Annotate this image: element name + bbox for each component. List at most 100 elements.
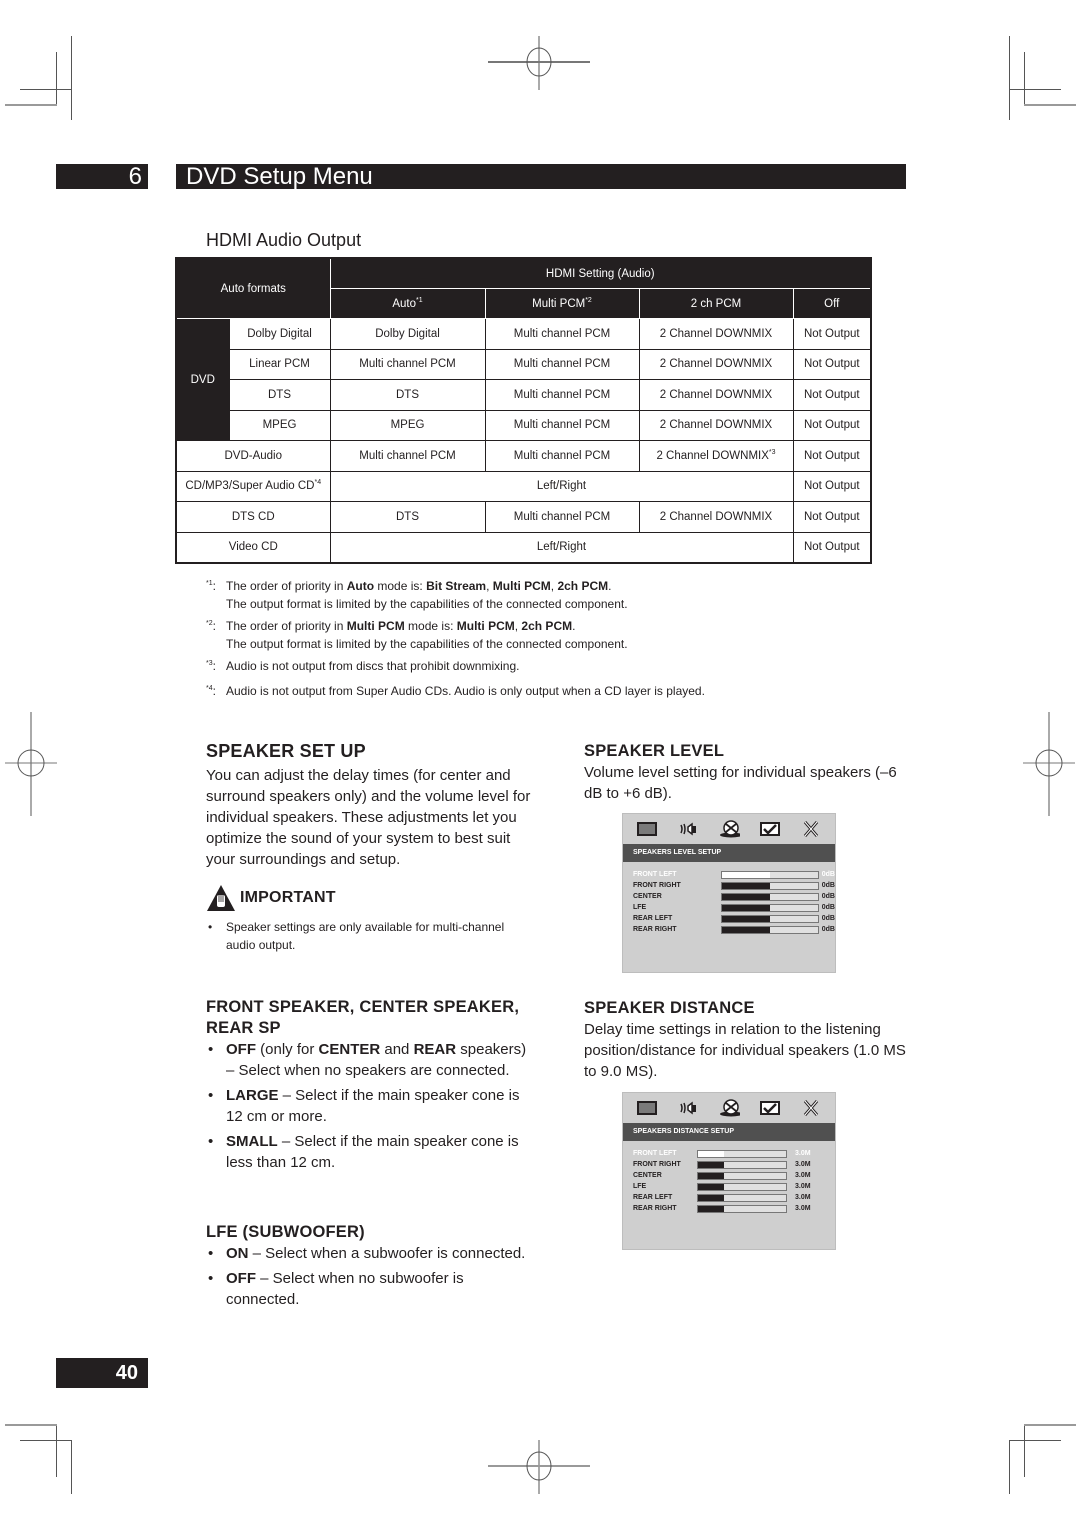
osd-row-label: REAR RIGHT xyxy=(633,1205,677,1212)
osd-row-value: 3.0M xyxy=(795,1194,811,1201)
chapter-title: DVD Setup Menu xyxy=(176,164,906,190)
osd-row-value: 3.0M xyxy=(795,1172,811,1179)
dvd-group-label: DVD xyxy=(175,318,230,441)
row-format: CD/MP3/Super Audio CD*4 xyxy=(175,470,331,502)
table-cell: Multi channel PCM xyxy=(484,501,640,533)
osd-setting-row[interactable]: FRONT RIGHT 3.0M xyxy=(623,1159,835,1170)
important-label: IMPORTANT xyxy=(240,889,336,906)
option-item: LARGE – Select if the main speaker cone … xyxy=(206,1085,536,1127)
row-format: DTS CD xyxy=(175,501,331,533)
osd-setting-row[interactable]: FRONT RIGHT 0dB xyxy=(623,880,835,891)
table-cell: DTS xyxy=(329,379,486,411)
column-header: Multi PCM*2 xyxy=(484,288,640,319)
osd-setting-row[interactable]: CENTER 3.0M xyxy=(623,1170,835,1181)
osd-level-slider[interactable] xyxy=(721,892,819,901)
front-speaker-title: FRONT SPEAKER, CENTER SPEAKER, REAR SP xyxy=(206,998,520,1037)
osd-row-value: 3.0M xyxy=(795,1150,811,1157)
table-cell: Left/Right xyxy=(329,470,794,502)
osd-level-slider[interactable] xyxy=(697,1149,787,1158)
table-row: MPEG MPEG Multi channel PCM 2 Channel DO… xyxy=(176,409,872,441)
osd-level-slider[interactable] xyxy=(721,881,819,890)
osd-level-slider[interactable] xyxy=(697,1182,787,1191)
osd-row-label: REAR RIGHT xyxy=(633,926,677,933)
table-cell: Not Output xyxy=(792,440,872,472)
checkbox-icon[interactable] xyxy=(759,1100,781,1116)
speaker-distance-title: SPEAKER DISTANCE xyxy=(584,999,755,1017)
disc-icon[interactable] xyxy=(718,820,740,838)
speaker-level-title: SPEAKER LEVEL xyxy=(584,742,725,760)
table-cell: Not Output xyxy=(792,379,872,411)
osd-slider-fill xyxy=(722,893,770,900)
osd-setting-row[interactable]: REAR RIGHT 0dB xyxy=(623,924,835,935)
osd-level-slider[interactable] xyxy=(697,1204,787,1213)
osd-slider-fill xyxy=(698,1161,725,1168)
osd-row-label: FRONT RIGHT xyxy=(633,1161,681,1168)
osd-setting-row[interactable]: REAR RIGHT 3.0M xyxy=(623,1203,835,1214)
disc-icon[interactable] xyxy=(718,1099,740,1117)
table-row: DVD-Audio Multi channel PCM Multi channe… xyxy=(175,440,872,472)
close-icon[interactable] xyxy=(800,1100,822,1116)
osd-setting-row[interactable]: LFE 0dB xyxy=(623,902,835,913)
footnote: *2: The order of priority in Multi PCM m… xyxy=(206,619,628,651)
osd-setting-row[interactable]: CENTER 0dB xyxy=(623,891,835,902)
front-speaker-section: FRONT SPEAKER, CENTER SPEAKER, REAR SP O… xyxy=(206,997,536,1177)
osd-setting-row[interactable]: REAR LEFT 3.0M xyxy=(623,1192,835,1203)
hdmi-section-title: HDMI Audio Output xyxy=(206,230,362,250)
table-cell: Not Output xyxy=(792,318,872,350)
table-cell: Not Output xyxy=(792,409,872,441)
osd-row-value: 0dB xyxy=(821,871,835,878)
close-icon[interactable] xyxy=(800,821,822,837)
osd-setting-row[interactable]: FRONT LEFT 3.0M xyxy=(623,1148,835,1159)
osd-row-value: 3.0M xyxy=(795,1183,811,1190)
osd-title: SPEAKERS LEVEL SETUP xyxy=(623,844,835,862)
lfe-title: LFE (SUBWOOFER) xyxy=(206,1223,365,1241)
table-cell: Multi channel PCM xyxy=(329,348,486,380)
osd-setting-row[interactable]: FRONT LEFT 0dB xyxy=(623,869,835,880)
monitor-icon[interactable] xyxy=(636,821,658,837)
table-row: DTS CD DTS Multi channel PCM 2 Channel D… xyxy=(175,501,872,533)
osd-row-value: 0dB xyxy=(821,904,835,911)
osd-level-slider[interactable] xyxy=(697,1171,787,1180)
row-format: Linear PCM xyxy=(228,348,331,380)
table-cell: Multi channel PCM xyxy=(484,409,640,441)
table-cell: 2 Channel DOWNMIX*3 xyxy=(638,440,794,472)
osd-setting-row[interactable]: REAR LEFT 0dB xyxy=(623,913,835,924)
column-header: Auto*1 xyxy=(329,288,486,319)
osd-row-label: LFE xyxy=(633,904,647,911)
osd-level-slider[interactable] xyxy=(697,1160,787,1169)
lfe-options: ON – Select when a subwoofer is connecte… xyxy=(206,1243,536,1310)
speaker-distance-section: SPEAKER DISTANCE Delay time settings in … xyxy=(584,998,914,1082)
osd-setting-row[interactable]: LFE 3.0M xyxy=(623,1181,835,1192)
table-row: Video CD Left/Right Not Output xyxy=(175,531,872,564)
speaker-setup-section: SPEAKER SET UP You can adjust the delay … xyxy=(206,741,536,958)
table-cell: Multi channel PCM xyxy=(484,440,640,472)
page-number: 40 xyxy=(56,1358,148,1388)
important-note: Speaker settings are only available for … xyxy=(206,918,536,954)
table-cell: 2 Channel DOWNMIX xyxy=(638,379,794,411)
registration-mark-right xyxy=(1023,712,1075,816)
table-cell: Left/Right xyxy=(329,531,794,564)
osd-row-value: 3.0M xyxy=(795,1205,811,1212)
osd-level-slider[interactable] xyxy=(721,870,819,879)
monitor-icon[interactable] xyxy=(636,1100,658,1116)
osd-level-slider[interactable] xyxy=(697,1193,787,1202)
speaker-setup-body: You can adjust the delay times (for cent… xyxy=(206,767,531,868)
table-cell: Not Output xyxy=(792,531,872,564)
osd-row-value: 0dB xyxy=(821,915,835,922)
osd-slider-fill xyxy=(698,1150,725,1157)
osd-level-slider[interactable] xyxy=(721,903,819,912)
checkbox-icon[interactable] xyxy=(759,821,781,837)
registration-mark-left xyxy=(5,712,57,816)
speaker-icon[interactable] xyxy=(677,1100,699,1116)
table-cell: 2 Channel DOWNMIX xyxy=(638,409,794,441)
osd-level-slider[interactable] xyxy=(721,925,819,934)
table-row: DTS DTS Multi channel PCM 2 Channel DOWN… xyxy=(176,379,872,411)
osd-level-slider[interactable] xyxy=(721,914,819,923)
osd-slider-fill xyxy=(722,926,770,933)
osd-slider-fill xyxy=(722,871,770,878)
speaker-icon[interactable] xyxy=(677,821,699,837)
osd-slider-fill xyxy=(698,1205,725,1212)
osd-slider-fill xyxy=(722,915,770,922)
hdmi-audio-table: Auto formats HDMI Setting (Audio) Auto*1… xyxy=(175,257,872,564)
chapter-number: 6 xyxy=(56,164,148,190)
